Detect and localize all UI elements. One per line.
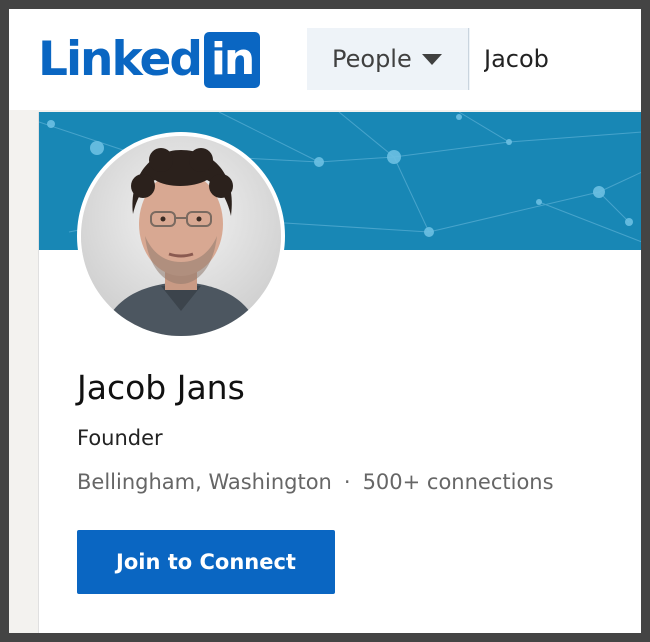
logo-wordmark: Linked — [38, 32, 203, 87]
join-to-connect-button[interactable]: Join to Connect — [77, 530, 335, 594]
search-input[interactable] — [470, 28, 641, 90]
search-category-dropdown[interactable]: People — [307, 28, 469, 90]
person-photo-icon — [81, 136, 281, 336]
caret-down-icon — [421, 53, 442, 65]
linkedin-profile-window: Linked in People Jacob Jacob Jans Founde… — [9, 9, 641, 633]
profile-name: Jacob Jans — [77, 368, 245, 407]
profile-location: Bellingham, Washington — [77, 470, 332, 494]
profile-meta: Bellingham, Washington · 500+ connections — [77, 470, 554, 494]
profile-card: Jacob Jans Founder Bellingham, Washingto… — [38, 112, 641, 633]
logo-in-box: in — [204, 32, 261, 88]
linkedin-logo[interactable]: Linked in — [38, 32, 261, 88]
profile-avatar[interactable] — [77, 132, 285, 340]
meta-separator: · — [343, 470, 351, 494]
search-bar: People — [307, 28, 641, 90]
search-category-label: People — [332, 45, 412, 73]
profile-connections[interactable]: 500+ connections — [363, 470, 554, 494]
top-header: Linked in People — [9, 9, 641, 110]
profile-headline: Founder — [77, 426, 163, 450]
